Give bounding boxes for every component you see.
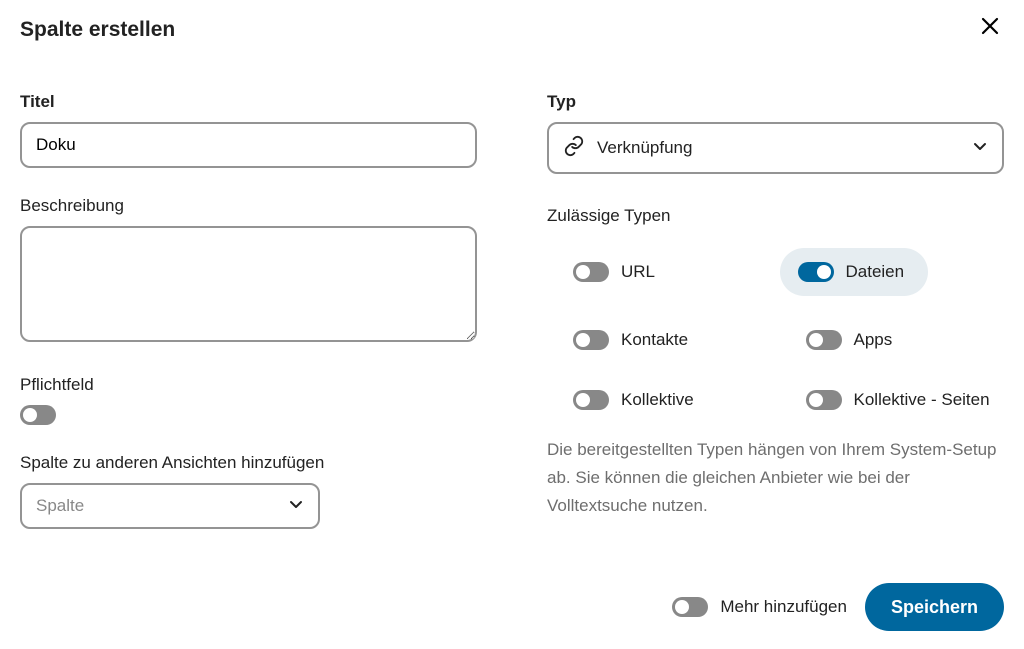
title-label: Titel bbox=[20, 92, 477, 112]
mandatory-label: Pflichtfeld bbox=[20, 375, 477, 395]
toggle-kontakte[interactable] bbox=[573, 330, 609, 350]
toggle-kollektive-seiten[interactable] bbox=[806, 390, 842, 410]
add-more-label: Mehr hinzufügen bbox=[720, 597, 847, 617]
add-to-views-placeholder: Spalte bbox=[36, 496, 84, 516]
allowed-type-label: Kollektive - Seiten bbox=[854, 390, 990, 410]
mandatory-toggle[interactable] bbox=[20, 405, 56, 425]
toggle-apps[interactable] bbox=[806, 330, 842, 350]
type-value: Verknüpfung bbox=[597, 138, 692, 158]
right-column: Typ Verknüpfung Zulässige Typen URL bbox=[547, 92, 1004, 557]
allowed-type-label: Dateien bbox=[846, 262, 905, 282]
allowed-type-label: URL bbox=[621, 262, 655, 282]
allowed-type-kollektive-seiten[interactable]: Kollektive - Seiten bbox=[780, 384, 1005, 416]
allowed-types-label: Zulässige Typen bbox=[547, 206, 1004, 226]
allowed-type-label: Kollektive bbox=[621, 390, 694, 410]
chevron-down-icon bbox=[288, 496, 304, 517]
link-icon bbox=[563, 135, 585, 162]
toggle-dateien[interactable] bbox=[798, 262, 834, 282]
toggle-url[interactable] bbox=[573, 262, 609, 282]
add-to-views-select[interactable]: Spalte bbox=[20, 483, 320, 529]
allowed-type-apps[interactable]: Apps bbox=[780, 324, 1005, 356]
save-button[interactable]: Speichern bbox=[865, 583, 1004, 631]
dialog-title: Spalte erstellen bbox=[20, 18, 175, 42]
add-more-group: Mehr hinzufügen bbox=[672, 597, 847, 617]
allowed-types-grid: URL Dateien Kontakte Apps Kollektive bbox=[547, 248, 1004, 416]
add-to-views-label: Spalte zu anderen Ansichten hinzufügen bbox=[20, 453, 477, 473]
left-column: Titel Beschreibung Pflichtfeld Spalte zu… bbox=[20, 92, 477, 557]
allowed-type-label: Kontakte bbox=[621, 330, 688, 350]
toggle-kollektive[interactable] bbox=[573, 390, 609, 410]
title-input[interactable] bbox=[20, 122, 477, 168]
type-label: Typ bbox=[547, 92, 1004, 112]
add-more-toggle[interactable] bbox=[672, 597, 708, 617]
dialog-footer: Mehr hinzufügen Speichern bbox=[672, 583, 1004, 631]
allowed-types-help: Die bereitgestellten Typen hängen von Ih… bbox=[547, 436, 1004, 520]
close-icon[interactable] bbox=[976, 12, 1004, 40]
description-label: Beschreibung bbox=[20, 196, 477, 216]
allowed-type-label: Apps bbox=[854, 330, 893, 350]
allowed-type-dateien[interactable]: Dateien bbox=[780, 248, 929, 296]
allowed-type-kollektive[interactable]: Kollektive bbox=[547, 384, 772, 416]
chevron-down-icon bbox=[972, 138, 988, 159]
type-select[interactable]: Verknüpfung bbox=[547, 122, 1004, 174]
allowed-type-url[interactable]: URL bbox=[547, 248, 772, 296]
allowed-type-kontakte[interactable]: Kontakte bbox=[547, 324, 772, 356]
description-input[interactable] bbox=[20, 226, 477, 342]
